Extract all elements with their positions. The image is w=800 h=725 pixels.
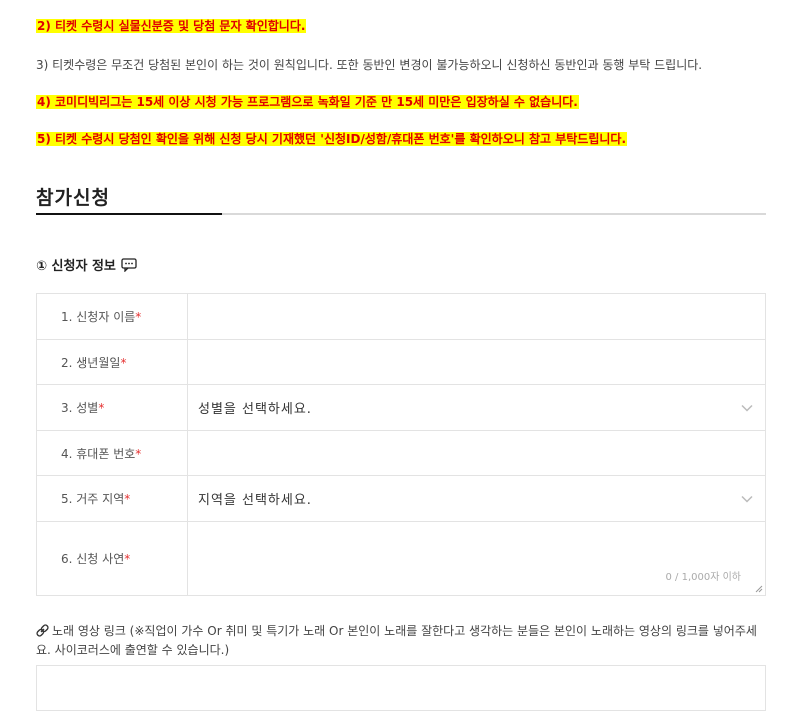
song-link-label: 노래 영상 링크 (※직업이 가수 Or 취미 및 특기가 노래 Or 본인이 … bbox=[36, 624, 757, 657]
field-label-name: 1. 신청자 이름* bbox=[36, 293, 188, 340]
field-label-birthdate: 2. 생년월일* bbox=[36, 339, 188, 385]
chat-bubble-icon bbox=[121, 257, 137, 272]
section-title: 참가신청 bbox=[36, 187, 110, 209]
field-label-phone: 4. 휴대폰 번호* bbox=[36, 430, 188, 476]
link-icon bbox=[36, 624, 49, 637]
birthdate-input[interactable] bbox=[187, 339, 766, 385]
notice-4: 4) 코미디빅리그는 15세 이상 시청 가능 프로그램으로 녹화일 기준 만 … bbox=[36, 95, 579, 109]
form-row-phone: 4. 휴대폰 번호* bbox=[36, 430, 766, 476]
story-textarea[interactable]: 0 / 1,000자 이하 bbox=[187, 521, 766, 596]
form-row-name: 1. 신청자 이름* bbox=[36, 293, 766, 340]
phone-input[interactable] bbox=[187, 430, 766, 476]
resize-handle-icon[interactable] bbox=[755, 585, 763, 593]
gender-select[interactable]: 성별을 선택하세요. bbox=[187, 384, 766, 431]
notice-3: 3) 티켓수령은 무조건 당첨된 본인이 하는 것이 원칙입니다. 또한 동반인… bbox=[36, 58, 703, 72]
region-select[interactable]: 지역을 선택하세요. bbox=[187, 475, 766, 522]
name-input[interactable] bbox=[187, 293, 766, 340]
character-counter: 0 / 1,000자 이하 bbox=[665, 572, 742, 583]
form-row-story: 6. 신청 사연* 0 / 1,000자 이하 bbox=[36, 521, 766, 596]
notice-5: 5) 티켓 수령시 당첨인 확인을 위해 신청 당시 기재했던 '신청ID/성함… bbox=[36, 132, 628, 146]
form-row-region: 5. 거주 지역* 지역을 선택하세요. bbox=[36, 475, 766, 522]
field-label-story: 6. 신청 사연* bbox=[36, 521, 188, 596]
gender-select-value: 성별을 선택하세요. bbox=[198, 402, 312, 417]
form-row-birthdate: 2. 생년월일* bbox=[36, 339, 766, 385]
section-divider-accent bbox=[36, 213, 222, 215]
form-row-gender: 3. 성별* 성별을 선택하세요. bbox=[36, 384, 766, 431]
field-label-gender: 3. 성별* bbox=[36, 384, 188, 431]
notice-2: 2) 티켓 수령시 실물신분증 및 당첨 문자 확인합니다. bbox=[36, 19, 307, 33]
song-link-input[interactable] bbox=[36, 665, 766, 711]
applicant-info-title: ① 신청자 정보 bbox=[36, 259, 116, 274]
region-select-value: 지역을 선택하세요. bbox=[198, 493, 312, 508]
applicant-form: 1. 신청자 이름* 2. 생년월일* 3. 성별* 성별을 선택하세요. 4.… bbox=[36, 293, 766, 596]
chevron-down-icon bbox=[741, 495, 753, 503]
applicant-info-heading: ① 신청자 정보 bbox=[36, 255, 137, 274]
chevron-down-icon bbox=[741, 404, 753, 412]
field-label-region: 5. 거주 지역* bbox=[36, 475, 188, 522]
